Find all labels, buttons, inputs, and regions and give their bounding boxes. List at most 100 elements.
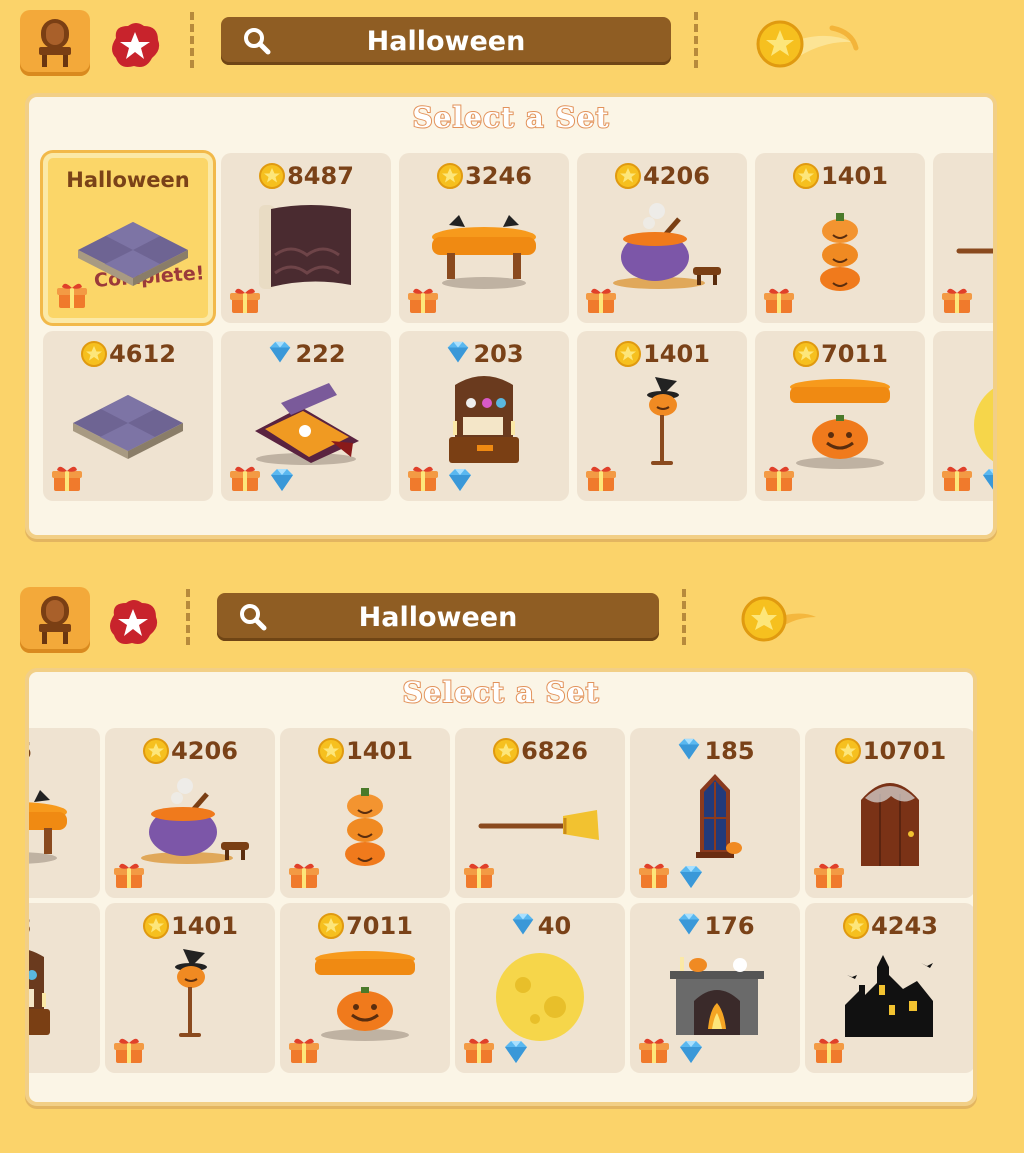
set-card[interactable]: 7011 [755,331,925,501]
coin-icon [142,737,170,765]
gift-icon[interactable] [463,1037,495,1065]
search-bar[interactable]: Halloween [217,593,659,641]
gift-icon[interactable] [638,862,670,890]
price-value: 1401 [346,737,413,765]
gift-icon[interactable] [813,862,845,890]
price-tag: 4206 [105,736,275,766]
gift-icon[interactable] [941,287,973,315]
set-card[interactable]: 1401 [105,903,275,1073]
price-value: 46 [29,737,32,765]
price-tag: 203 [399,339,569,369]
furniture-category-button[interactable] [20,10,90,76]
price-value: 8487 [287,162,354,190]
haunted-house-icon [825,945,955,1045]
set-card[interactable]: 4243 [805,903,973,1073]
search-icon [244,28,271,55]
price-tag: 7011 [755,339,925,369]
panel-title: Select a Set [401,675,600,710]
gift-icon[interactable] [407,287,439,315]
wooden-door-icon [825,770,955,870]
gift-icon[interactable] [813,1037,845,1065]
set-card[interactable]: 40 [455,903,625,1073]
gift-icon[interactable] [229,465,261,493]
price-tag [933,339,993,369]
gem-icon [979,467,993,493]
set-card[interactable] [933,153,993,323]
set-card[interactable]: 8487 [221,153,391,323]
search-bar[interactable]: Halloween [221,17,671,65]
set-card-selected[interactable]: HalloweenComplete! [43,153,213,323]
set-card[interactable]: 203 [399,331,569,501]
gothic-window-icon [650,770,780,870]
set-card[interactable]: 222 [221,331,391,501]
moon-icon [475,945,605,1045]
chair-icon [39,19,71,67]
set-panel: Select a Set 46 4206 1401 6826 185 10701 03 140… [25,668,977,1106]
gift-icon[interactable] [638,1037,670,1065]
coin-icon [258,162,286,190]
divider [694,12,698,68]
gem-icon [266,340,294,368]
set-card[interactable]: 46 [29,728,100,898]
set-card[interactable]: 1401 [280,728,450,898]
set-card[interactable]: 1401 [755,153,925,323]
gift-icon[interactable] [763,465,795,493]
gift-icon[interactable] [763,287,795,315]
coffin-icon [241,373,371,473]
coin-shop-button[interactable] [740,595,850,655]
flying-coin-icon [756,20,859,68]
price-tag [933,161,993,191]
gem-icon [509,912,537,940]
favorites-button[interactable] [104,593,162,651]
shop-screen-2: Halloween Select a Set 46 4206 1401 6826 185… [0,575,1024,1153]
shop-screen-1: Halloween Select a Set HalloweenComplete… [0,0,1024,560]
set-card[interactable]: 10701 [805,728,973,898]
gift-icon[interactable] [407,465,439,493]
set-card[interactable]: 4612 [43,331,213,501]
divider [186,589,190,645]
price-value: 6826 [521,737,588,765]
set-card[interactable]: 3246 [399,153,569,323]
gift-icon[interactable] [113,862,145,890]
gem-icon [444,340,472,368]
set-card[interactable]: 6826 [455,728,625,898]
gift-icon[interactable] [51,465,83,493]
gift-icon[interactable] [288,1037,320,1065]
broom-icon [953,195,993,295]
set-card[interactable]: 4206 [577,153,747,323]
coin-icon [792,162,820,190]
chair-icon [39,596,71,644]
gift-icon[interactable] [463,862,495,890]
set-card[interactable]: 03 [29,903,100,1073]
price-value: 176 [704,912,755,940]
price-tag: 1401 [577,339,747,369]
set-name: Halloween [66,168,190,192]
gift-icon[interactable] [585,465,617,493]
set-card[interactable]: 185 [630,728,800,898]
price-value: 03 [29,912,32,940]
coin-icon [842,912,870,940]
coin-icon [614,340,642,368]
gift-icon[interactable] [113,1037,145,1065]
gift-icon[interactable] [56,282,88,310]
set-card[interactable]: 1401 [577,331,747,501]
set-card[interactable]: 7011 [280,903,450,1073]
furniture-category-button[interactable] [20,587,90,653]
set-card[interactable]: 4206 [105,728,275,898]
orange-table-icon [29,770,80,870]
divider [682,589,686,645]
set-card[interactable]: 176 [630,903,800,1073]
price-value: 222 [295,340,346,368]
gift-icon[interactable] [941,465,973,493]
set-card[interactable] [933,331,993,501]
floor-tile-icon [63,373,193,473]
gift-icon[interactable] [229,287,261,315]
favorites-button[interactable] [106,16,164,74]
price-tag: 1401 [280,736,450,766]
coin-shop-button[interactable] [752,18,862,78]
broom-icon [475,770,605,870]
price-tag: 1401 [755,161,925,191]
gift-icon[interactable] [288,862,320,890]
gift-icon[interactable] [585,287,617,315]
wallpaper-icon [241,195,371,295]
